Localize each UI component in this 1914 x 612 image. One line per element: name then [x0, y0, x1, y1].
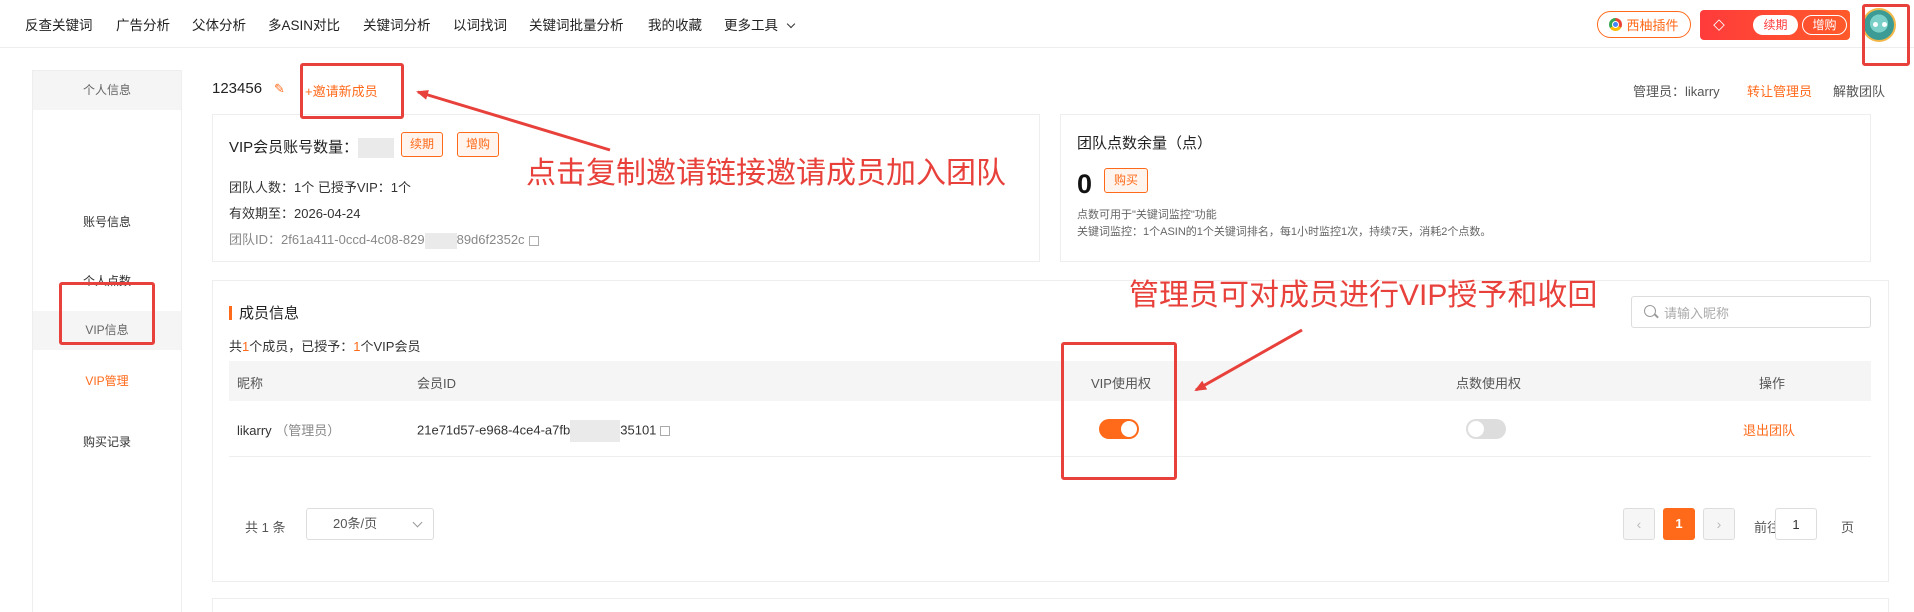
annotation-arrows	[416, 90, 1303, 392]
arrow-to-vip-toggle	[1194, 328, 1303, 392]
arrow-to-invite	[416, 90, 611, 152]
